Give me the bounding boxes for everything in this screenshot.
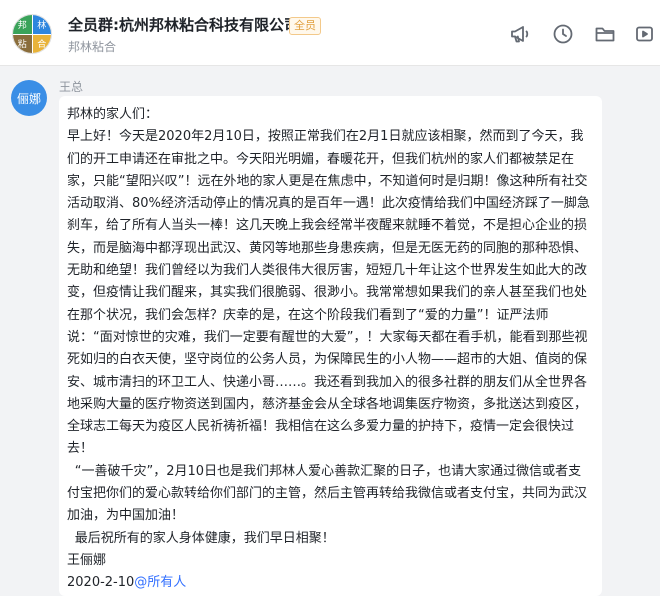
message-greeting: 邦林的家人们： <box>67 107 159 122</box>
chat-title[interactable]: 全员群:杭州邦林粘合科技有限公司 <box>68 14 299 35</box>
message-paragraph: 最后祝所有的家人身体健康，我们早日相聚！ <box>74 530 335 546</box>
sender-avatar[interactable]: 俪娜 <box>11 80 47 116</box>
message-date-line: 2020-2-10@所有人 <box>67 572 594 594</box>
group-avatar-cell: 邦 <box>13 15 32 34</box>
message-paragraph: 早上好！今天是2020年2月10日，按照正常我们在2月1日就应该相聚，然而到了今… <box>67 129 590 457</box>
group-avatar-cell: 林 <box>32 15 51 34</box>
message-signature: 王俪娜 <box>67 552 107 568</box>
sender-name[interactable]: 王总 <box>59 78 83 95</box>
message-bubble[interactable]: 邦林的家人们： 早上好！今天是2020年2月10日，按照正常我们在2月1日就应该… <box>59 96 602 596</box>
chat-header: 邦 林 粘 合 全员群:杭州邦林粘合科技有限公司 全员 邦林粘合 <box>0 0 660 66</box>
group-avatar[interactable]: 邦 林 粘 合 <box>12 14 52 54</box>
announcement-icon[interactable] <box>508 22 532 46</box>
group-avatar-cell: 粘 <box>13 34 32 53</box>
history-icon[interactable] <box>551 22 575 46</box>
mention-all-link[interactable]: @所有人 <box>134 575 186 590</box>
all-staff-badge: 全员 <box>289 17 321 35</box>
chat-subtitle: 邦林粘合 <box>68 40 117 54</box>
video-icon[interactable] <box>634 22 658 46</box>
group-avatar-cell: 合 <box>32 34 51 53</box>
folder-icon[interactable] <box>593 22 617 46</box>
message-date: 2020-2-10 <box>67 575 135 591</box>
message-paragraph: “一善破千灾”，2月10日也是我们邦林人爱心善款汇聚的日子，也请大家通过微信或者… <box>67 463 588 524</box>
